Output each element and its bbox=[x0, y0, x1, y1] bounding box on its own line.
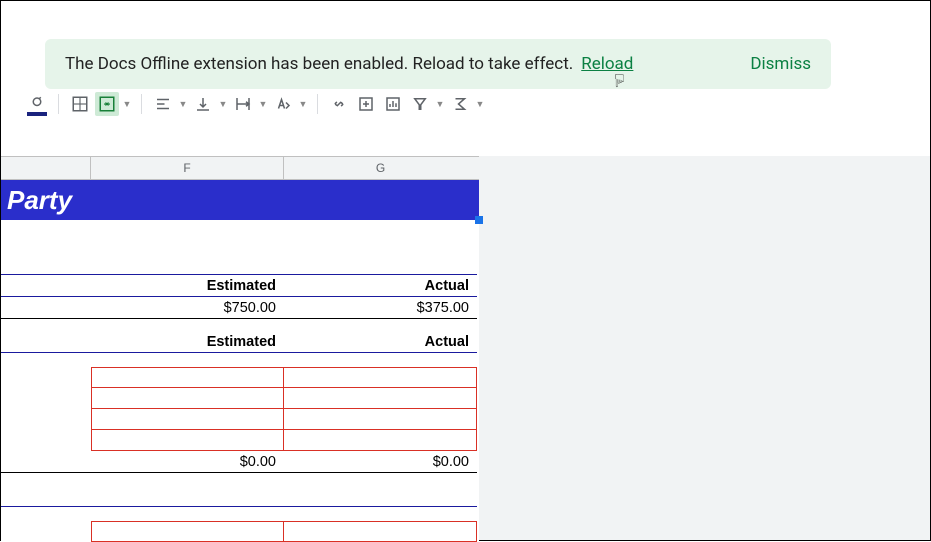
horizontal-align-button[interactable] bbox=[151, 92, 175, 116]
filter-dropdown-icon[interactable]: ▼ bbox=[435, 99, 445, 109]
insert-chart-button[interactable] bbox=[381, 92, 405, 116]
cell[interactable] bbox=[91, 485, 284, 507]
functions-button[interactable] bbox=[448, 92, 472, 116]
text-wrap-button[interactable] bbox=[231, 92, 255, 116]
cell-estimated-header[interactable]: Estimated bbox=[91, 331, 284, 353]
cell[interactable] bbox=[1, 388, 91, 409]
toolbar: ▼ ▼ ▼ ▼ ▼ ▼ ▼ bbox=[25, 89, 485, 119]
cell[interactable] bbox=[284, 388, 477, 409]
sheet-background bbox=[479, 156, 930, 540]
valign-dropdown-icon[interactable]: ▼ bbox=[218, 99, 228, 109]
cell[interactable] bbox=[91, 388, 284, 409]
toolbar-separator bbox=[58, 94, 59, 114]
cell[interactable] bbox=[1, 331, 91, 353]
column-header-g[interactable]: G bbox=[284, 157, 477, 179]
insert-comment-button[interactable] bbox=[354, 92, 378, 116]
cell-actual-total[interactable]: $0.00 bbox=[284, 451, 477, 473]
cell[interactable] bbox=[1, 297, 91, 319]
toast-message: The Docs Offline extension has been enab… bbox=[65, 54, 573, 74]
dismiss-button[interactable]: Dismiss bbox=[750, 54, 811, 74]
title-text: Party bbox=[7, 185, 72, 216]
cell[interactable] bbox=[1, 275, 91, 297]
rotation-dropdown-icon[interactable]: ▼ bbox=[298, 99, 308, 109]
halign-dropdown-icon[interactable]: ▼ bbox=[178, 99, 188, 109]
title-cell[interactable]: Party bbox=[1, 180, 479, 220]
cell[interactable] bbox=[1, 367, 91, 388]
borders-button[interactable] bbox=[68, 92, 92, 116]
selection-handle[interactable] bbox=[475, 216, 483, 224]
cell[interactable] bbox=[284, 521, 477, 542]
column-header-f[interactable]: F bbox=[91, 157, 284, 179]
cell[interactable] bbox=[1, 521, 91, 542]
reload-link[interactable]: Reload bbox=[581, 54, 633, 74]
cell-actual-header[interactable]: Actual bbox=[284, 275, 477, 297]
cell[interactable] bbox=[284, 430, 477, 451]
cell[interactable] bbox=[284, 409, 477, 430]
cell-actual-header[interactable]: Actual bbox=[284, 331, 477, 353]
cell[interactable] bbox=[1, 409, 91, 430]
text-rotation-button[interactable] bbox=[271, 92, 295, 116]
column-headers: F G bbox=[1, 156, 479, 180]
cell-estimated-total[interactable]: $0.00 bbox=[91, 451, 284, 473]
functions-dropdown-icon[interactable]: ▼ bbox=[475, 99, 485, 109]
cell-estimated-value[interactable]: $750.00 bbox=[91, 297, 284, 319]
cell[interactable] bbox=[91, 430, 284, 451]
cell[interactable] bbox=[1, 451, 91, 473]
cell[interactable] bbox=[1, 485, 91, 507]
cell-estimated-header[interactable]: Estimated bbox=[91, 275, 284, 297]
merge-dropdown-icon[interactable]: ▼ bbox=[122, 99, 132, 109]
insert-link-button[interactable] bbox=[327, 92, 351, 116]
wrap-dropdown-icon[interactable]: ▼ bbox=[258, 99, 268, 109]
text-color-button[interactable] bbox=[25, 92, 49, 116]
cell[interactable] bbox=[91, 367, 284, 388]
toolbar-separator bbox=[141, 94, 142, 114]
offline-extension-toast: The Docs Offline extension has been enab… bbox=[45, 39, 831, 89]
vertical-align-button[interactable] bbox=[191, 92, 215, 116]
cell[interactable] bbox=[91, 409, 284, 430]
cell[interactable] bbox=[1, 430, 91, 451]
cell[interactable] bbox=[91, 521, 284, 542]
cell-actual-value[interactable]: $375.00 bbox=[284, 297, 477, 319]
cell[interactable] bbox=[284, 367, 477, 388]
filter-button[interactable] bbox=[408, 92, 432, 116]
cell[interactable] bbox=[284, 485, 477, 507]
toolbar-separator bbox=[317, 94, 318, 114]
merge-cells-button[interactable] bbox=[95, 92, 119, 116]
spreadsheet[interactable]: F G Party Estimated Actual $750.00 $375.… bbox=[1, 156, 479, 542]
column-header[interactable] bbox=[1, 157, 91, 179]
